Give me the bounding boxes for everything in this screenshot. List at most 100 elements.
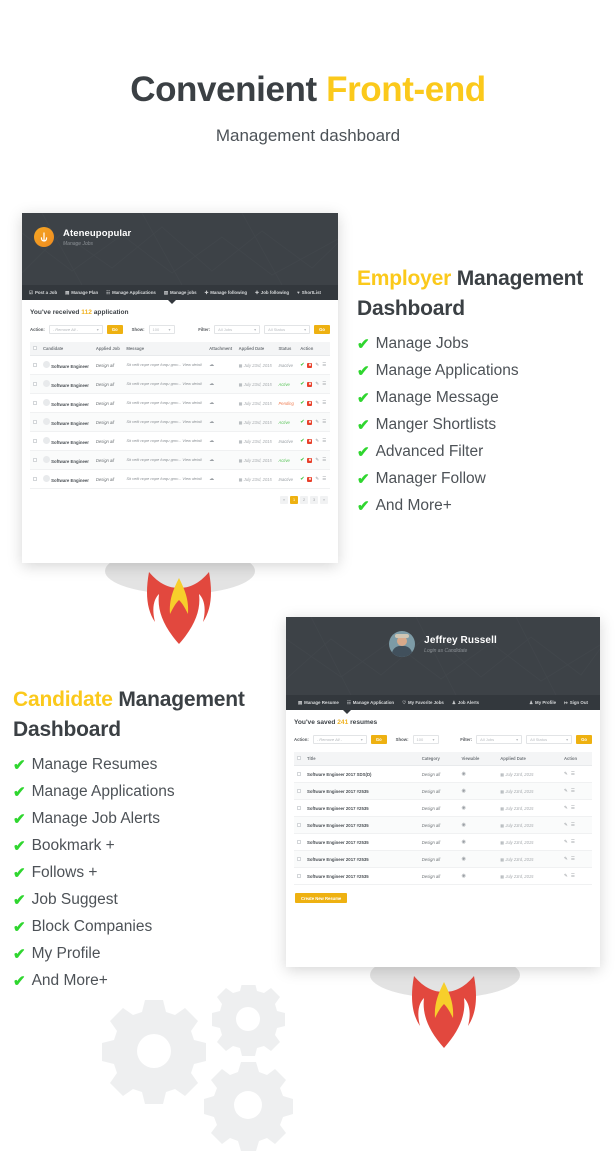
table-row[interactable]: Software Engineer Design all Sit velit nop… bbox=[30, 355, 330, 375]
filter-status-select[interactable]: All Status ▾ bbox=[264, 325, 311, 334]
attachment-icon[interactable]: ☁ bbox=[209, 438, 214, 444]
cell-viewable[interactable]: ◉ bbox=[458, 850, 498, 868]
col-title[interactable]: Title bbox=[304, 752, 419, 766]
action-go-button[interactable]: Go bbox=[370, 735, 387, 744]
row-checkbox-cell[interactable] bbox=[294, 799, 304, 817]
delete-icon[interactable]: ☰ bbox=[571, 873, 575, 879]
col-status[interactable]: Status bbox=[275, 342, 298, 356]
delete-icon[interactable]: ☰ bbox=[571, 771, 575, 777]
row-checkbox-cell[interactable] bbox=[294, 850, 304, 868]
nav-item-post-a-job[interactable]: ☑ Post a Job bbox=[29, 290, 57, 296]
col-select[interactable] bbox=[30, 342, 40, 356]
filter-go-button[interactable]: Go bbox=[576, 735, 592, 744]
table-row[interactable]: Software Engineer Design all Sit velit nop… bbox=[30, 431, 330, 451]
edit-icon[interactable]: ✎ bbox=[315, 381, 319, 387]
row-checkbox[interactable] bbox=[33, 381, 37, 386]
reject-icon[interactable]: ✖ bbox=[307, 400, 313, 406]
reject-icon[interactable]: ✖ bbox=[307, 419, 313, 425]
edit-icon[interactable]: ✎ bbox=[315, 438, 319, 444]
cell-attachment[interactable]: ☁ bbox=[206, 393, 236, 413]
approve-icon[interactable]: ✔ bbox=[300, 381, 304, 387]
edit-icon[interactable]: ✎ bbox=[315, 400, 319, 406]
table-row[interactable]: Software Engineer 2017 #2535 Design all ◉ ▦… bbox=[294, 816, 592, 834]
eye-icon[interactable]: ◉ bbox=[461, 822, 465, 828]
nav-item-manage-following[interactable]: ✚ Manage following bbox=[205, 290, 248, 296]
delete-icon[interactable]: ☰ bbox=[322, 419, 326, 425]
eye-icon[interactable]: ◉ bbox=[461, 839, 465, 845]
reject-icon[interactable]: ✖ bbox=[307, 438, 313, 444]
attachment-icon[interactable]: ☁ bbox=[209, 476, 214, 482]
row-checkbox-cell[interactable] bbox=[294, 782, 304, 800]
approve-icon[interactable]: ✔ bbox=[300, 438, 304, 444]
filter-jobs-select[interactable]: All Jobs ▾ bbox=[476, 735, 523, 744]
nav-item-job-following[interactable]: ✚ Job following bbox=[255, 290, 289, 296]
delete-icon[interactable]: ☰ bbox=[322, 362, 326, 368]
cell-attachment[interactable]: ☁ bbox=[206, 355, 236, 375]
nav-item-shortlist[interactable]: ♥ ShortList bbox=[297, 290, 321, 295]
create-new-resume-button[interactable]: Create New Resume bbox=[295, 893, 348, 903]
nav-item-manage-application[interactable]: ☷ Manage Application bbox=[347, 700, 394, 706]
table-row[interactable]: Software Engineer Design all Sit velit nop… bbox=[30, 469, 330, 489]
attachment-icon[interactable]: ☁ bbox=[209, 419, 214, 425]
table-row[interactable]: Software Engineer 2017 #2535 Design all ◉ ▦… bbox=[294, 850, 592, 868]
eye-icon[interactable]: ◉ bbox=[461, 771, 465, 777]
cell-viewable[interactable]: ◉ bbox=[458, 765, 498, 783]
edit-icon[interactable]: ✎ bbox=[564, 856, 568, 862]
delete-icon[interactable]: ☰ bbox=[571, 856, 575, 862]
nav-item-manage-resume[interactable]: ▤ Manage Resume bbox=[298, 700, 339, 706]
approve-icon[interactable]: ✔ bbox=[300, 419, 304, 425]
pagination[interactable]: « 1 2 3 » bbox=[30, 489, 330, 512]
row-checkbox-cell[interactable] bbox=[30, 431, 40, 451]
cell-viewable[interactable]: ◉ bbox=[458, 799, 498, 817]
cell-viewable[interactable]: ◉ bbox=[458, 816, 498, 834]
candidate-nav[interactable]: ▤ Manage Resume ☷ Manage Application ♡ My F… bbox=[286, 695, 600, 714]
page-2[interactable]: 2 bbox=[300, 496, 308, 504]
filter-go-button[interactable]: Go bbox=[314, 325, 330, 334]
row-checkbox[interactable] bbox=[33, 419, 37, 424]
table-row[interactable]: Software Engineer 2017 #2535 Design all ◉ ▦… bbox=[294, 799, 592, 817]
page-3[interactable]: 3 bbox=[310, 496, 318, 504]
edit-icon[interactable]: ✎ bbox=[564, 822, 568, 828]
row-checkbox[interactable] bbox=[297, 805, 301, 810]
select-all-checkbox[interactable] bbox=[33, 346, 37, 350]
reject-icon[interactable]: ✖ bbox=[307, 457, 313, 463]
row-checkbox[interactable] bbox=[297, 822, 301, 827]
show-select[interactable]: 100 ▾ bbox=[412, 735, 439, 744]
cell-viewable[interactable]: ◉ bbox=[458, 782, 498, 800]
cell-attachment[interactable]: ☁ bbox=[206, 412, 236, 432]
row-checkbox[interactable] bbox=[33, 476, 37, 481]
show-select[interactable]: 100 ▾ bbox=[148, 325, 175, 334]
nav-item-sign-out[interactable]: ↦ Sign Out bbox=[564, 700, 588, 706]
edit-icon[interactable]: ✎ bbox=[564, 873, 568, 879]
nav-item-manage-plan[interactable]: ▤ Manage Plan bbox=[65, 290, 98, 296]
cell-attachment[interactable]: ☁ bbox=[206, 469, 236, 489]
filter-status-select[interactable]: All Status ▾ bbox=[526, 735, 573, 744]
select-all-checkbox[interactable] bbox=[297, 756, 301, 760]
col-viewable[interactable]: Viewable bbox=[458, 752, 498, 766]
row-checkbox-cell[interactable] bbox=[294, 816, 304, 834]
page-next[interactable]: » bbox=[320, 496, 328, 504]
edit-icon[interactable]: ✎ bbox=[315, 457, 319, 463]
row-checkbox-cell[interactable] bbox=[30, 393, 40, 413]
row-checkbox-cell[interactable] bbox=[30, 450, 40, 470]
delete-icon[interactable]: ☰ bbox=[322, 400, 326, 406]
row-checkbox-cell[interactable] bbox=[294, 833, 304, 851]
delete-icon[interactable]: ☰ bbox=[322, 438, 326, 444]
edit-icon[interactable]: ✎ bbox=[564, 771, 568, 777]
nav-item-my-favorite-jobs[interactable]: ♡ My Favorite Jobs bbox=[402, 700, 444, 706]
edit-icon[interactable]: ✎ bbox=[315, 476, 319, 482]
row-checkbox[interactable] bbox=[297, 788, 301, 793]
delete-icon[interactable]: ☰ bbox=[571, 839, 575, 845]
table-row[interactable]: Software Engineer 2017 #2535 Design all ◉ ▦… bbox=[294, 867, 592, 885]
table-row[interactable]: Software Engineer Design all Sit velit nop… bbox=[30, 412, 330, 432]
page-1[interactable]: 1 bbox=[290, 496, 298, 504]
row-checkbox-cell[interactable] bbox=[294, 867, 304, 885]
table-row[interactable]: Software Engineer Design all Sit velit nop… bbox=[30, 450, 330, 470]
table-row[interactable]: Software Engineer Design all Sit velit nop… bbox=[30, 393, 330, 413]
cell-attachment[interactable]: ☁ bbox=[206, 450, 236, 470]
nav-item-manage-jobs[interactable]: ▧ Manage jobs bbox=[164, 290, 197, 296]
edit-icon[interactable]: ✎ bbox=[315, 362, 319, 368]
action-select[interactable]: - Remove All - ▾ bbox=[48, 325, 103, 334]
edit-icon[interactable]: ✎ bbox=[564, 805, 568, 811]
row-checkbox-cell[interactable] bbox=[30, 412, 40, 432]
